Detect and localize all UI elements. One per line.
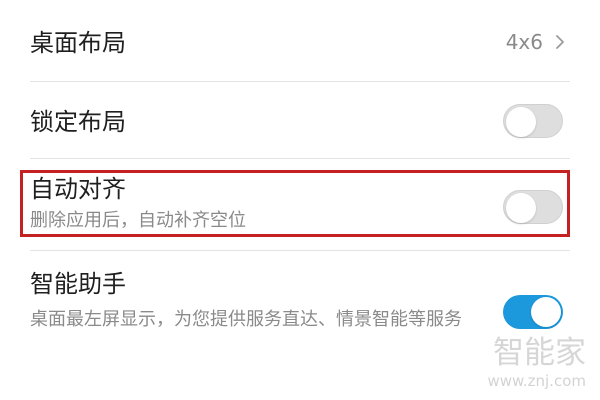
toggle-knob [531,297,561,327]
auto-align-row[interactable]: 自动对齐 删除应用后，自动补齐空位 [0,159,600,250]
desktop-layout-row[interactable]: 桌面布局 4x6 [0,0,600,82]
lock-layout-label: 锁定布局 [30,108,126,136]
desktop-layout-label: 桌面布局 [30,29,126,57]
lock-layout-toggle[interactable] [503,104,563,138]
desktop-layout-value-group: 4x6 [506,32,565,52]
smart-assistant-toggle[interactable] [503,295,563,329]
smart-assistant-label: 智能助手 [30,270,126,298]
watermark-brand: 智能家 [493,335,586,371]
auto-align-label: 自动对齐 [30,175,126,203]
desktop-layout-value: 4x6 [505,30,543,54]
smart-assistant-description: 桌面最左屏显示，为您提供服务直达、情景智能等服务 [30,309,462,330]
watermark: 智能家 www.znj.com [487,338,586,389]
watermark-domain: www.znj.com [487,372,586,390]
chevron-right-icon [556,35,564,49]
toggle-knob [506,193,536,223]
lock-layout-row[interactable]: 锁定布局 [0,82,600,159]
launcher-settings-screen: 桌面布局 4x6 锁定布局 自动对齐 删除应用后，自动补齐空位 智能助手 桌面最… [0,0,600,400]
auto-align-description: 删除应用后，自动补齐空位 [30,210,246,231]
toggle-knob [506,107,536,137]
auto-align-toggle[interactable] [503,190,563,224]
